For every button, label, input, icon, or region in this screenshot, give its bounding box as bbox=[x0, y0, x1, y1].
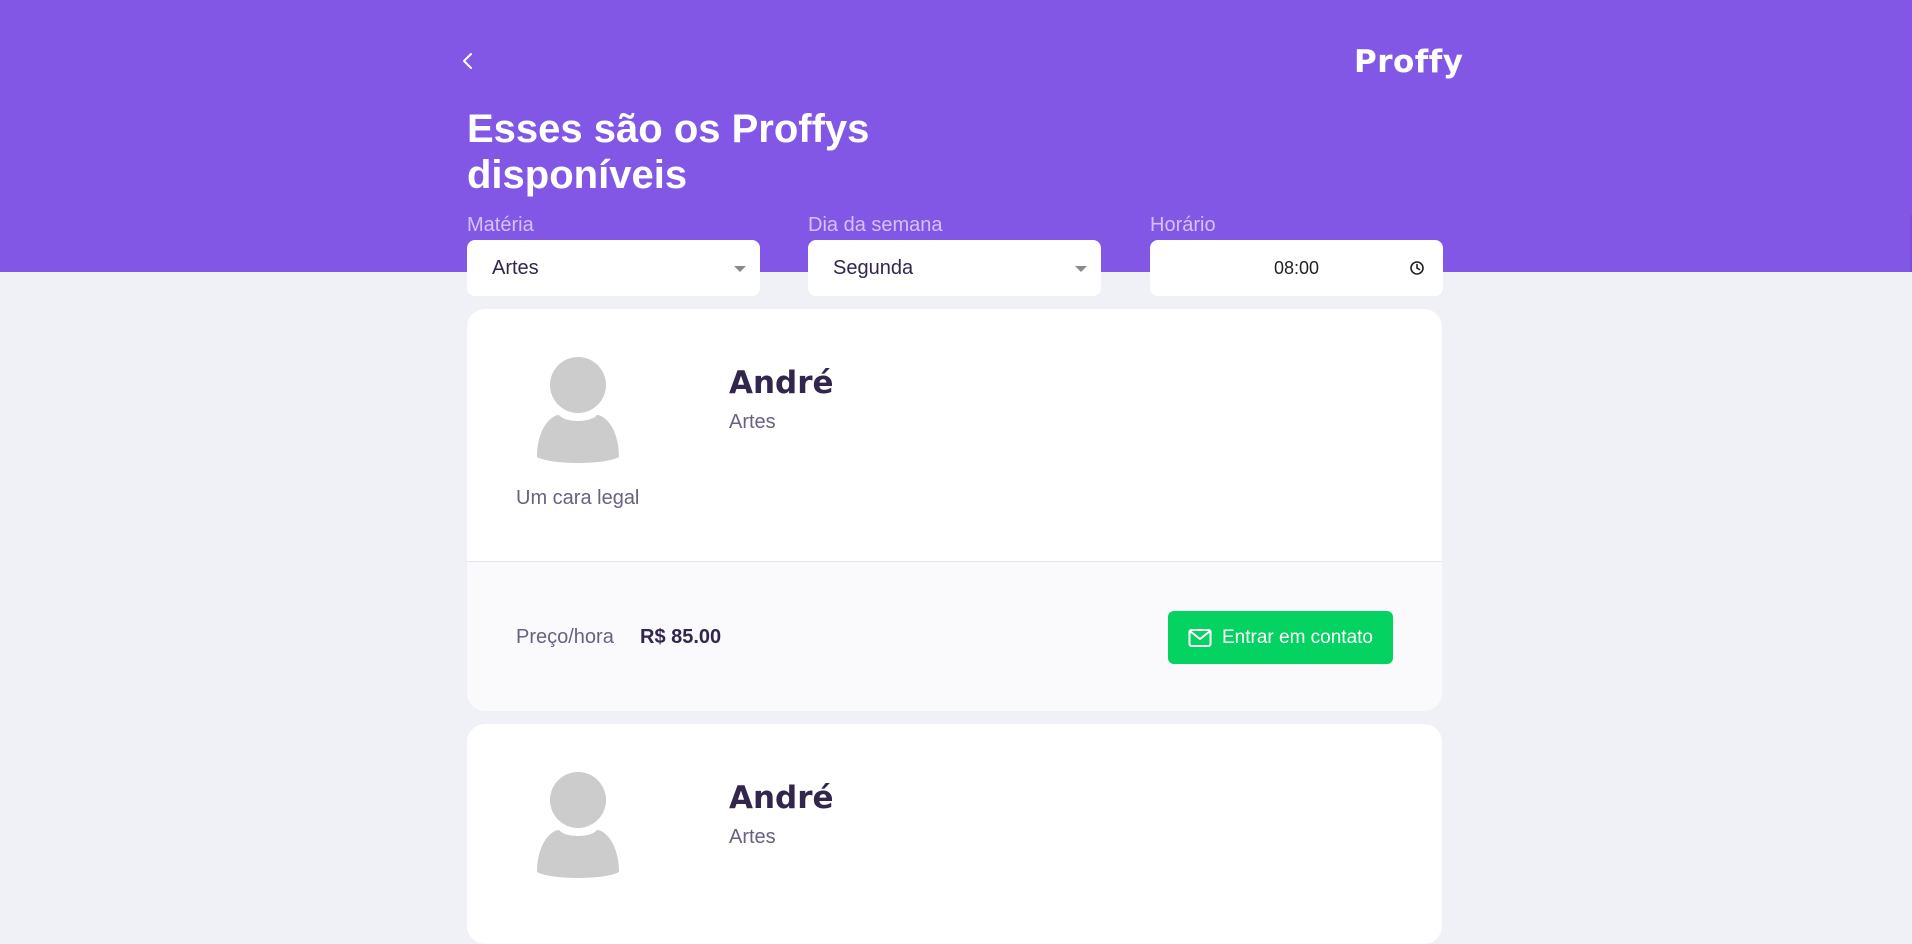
subject-select-value: Artes bbox=[492, 256, 539, 279]
subject-select[interactable]: Artes bbox=[467, 240, 760, 296]
teacher-card: André Artes Um cara legal Preço/hora R$ … bbox=[467, 309, 1442, 711]
page-title: Esses são os Proffys disponíveis bbox=[467, 107, 870, 197]
teacher-card-footer: Preço/hora R$ 85.00 Entrar em contato bbox=[467, 561, 1442, 711]
subject-filter-label: Matéria bbox=[467, 214, 534, 236]
time-filter: Horário 08:00 bbox=[1150, 214, 1443, 296]
teacher-subject: Artes bbox=[729, 411, 776, 433]
teacher-name: André bbox=[729, 365, 834, 401]
chevron-down-icon bbox=[734, 266, 746, 272]
avatar bbox=[537, 772, 619, 878]
chevron-down-icon bbox=[1075, 266, 1087, 272]
time-input-value: 08:00 bbox=[1273, 257, 1320, 278]
subject-filter: Matéria Artes bbox=[467, 214, 760, 296]
weekday-filter-label: Dia da semana bbox=[808, 214, 943, 236]
teacher-subject: Artes bbox=[729, 826, 776, 848]
weekday-select[interactable]: Segunda bbox=[808, 240, 1101, 296]
proffy-logo: Proffy bbox=[1354, 44, 1464, 80]
teacher-name: André bbox=[729, 780, 834, 816]
price-label: Preço/hora bbox=[516, 626, 614, 648]
chevron-left-icon bbox=[463, 53, 472, 69]
weekday-select-value: Segunda bbox=[833, 256, 914, 279]
back-button[interactable] bbox=[455, 48, 481, 74]
price-value: R$ 85.00 bbox=[640, 626, 722, 648]
teacher-bio: Um cara legal bbox=[516, 487, 640, 509]
contact-button-label: Entrar em contato bbox=[1221, 626, 1374, 648]
clock-icon[interactable] bbox=[1409, 260, 1425, 276]
time-filter-label: Horário bbox=[1150, 214, 1216, 236]
teacher-card: André Artes bbox=[467, 724, 1442, 944]
time-input[interactable]: 08:00 bbox=[1150, 240, 1443, 296]
contact-button[interactable]: Entrar em contato bbox=[1168, 611, 1393, 664]
weekday-filter: Dia da semana Segunda bbox=[808, 214, 1101, 296]
mail-icon bbox=[1188, 628, 1212, 647]
page-header: Proffy Esses são os Proffys disponíveis … bbox=[0, 0, 1912, 296]
avatar bbox=[537, 357, 619, 463]
